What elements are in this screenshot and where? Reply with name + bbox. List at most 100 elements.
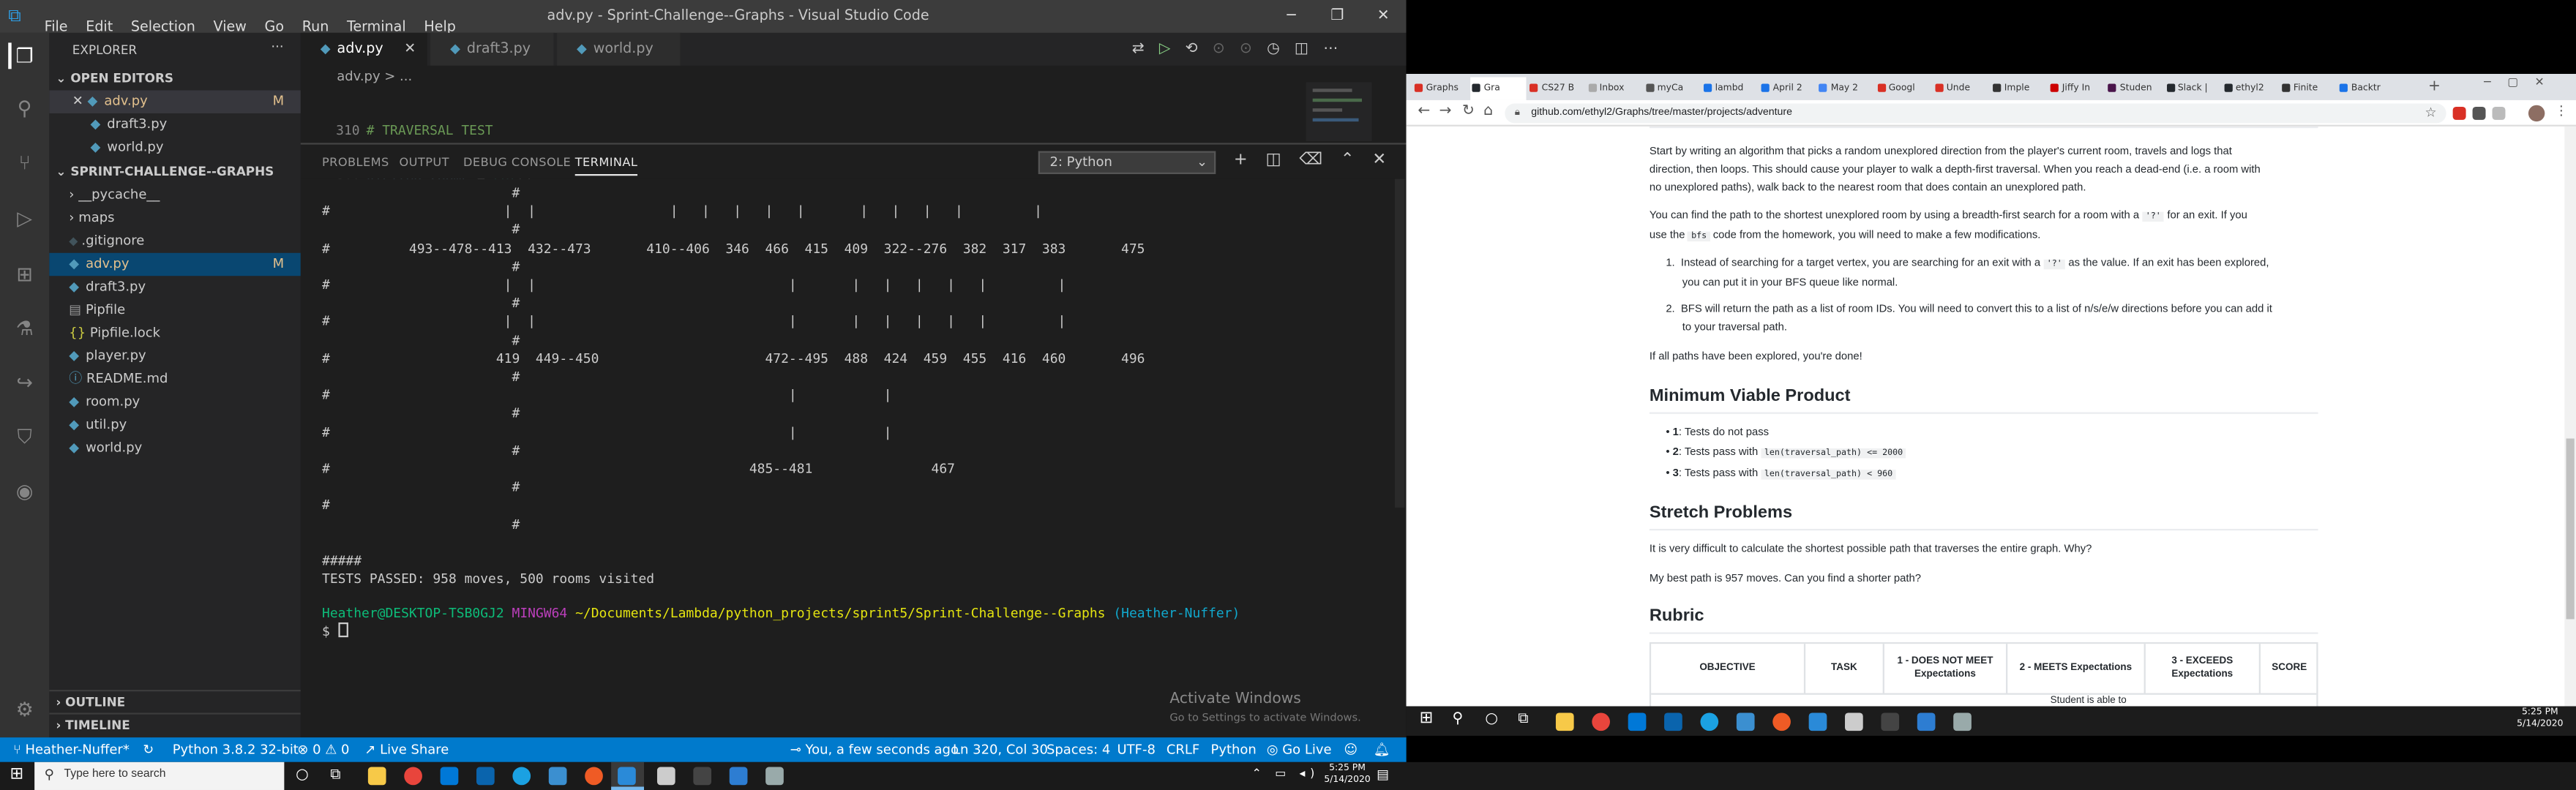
vscode-taskbar-icon[interactable]	[1808, 712, 1827, 731]
vscode-taskbar-active[interactable]	[611, 761, 645, 790]
bookmark-star-icon[interactable]: ☆	[2425, 103, 2436, 123]
photos-icon[interactable]	[1917, 712, 1936, 731]
prev-change-icon[interactable]: ⊙	[1213, 41, 1240, 57]
chrome-tab[interactable]: ethyl2	[2223, 78, 2278, 100]
chrome-icon[interactable]	[404, 767, 422, 786]
testing-icon[interactable]: ⚗	[12, 315, 38, 342]
source-control-icon[interactable]: ⑂	[12, 149, 38, 176]
chrome-icon[interactable]	[1592, 712, 1611, 731]
chrome-tab[interactable]: Unde	[1933, 78, 1989, 100]
file-explorer-icon[interactable]	[367, 767, 386, 786]
cortana-icon[interactable]: ○	[296, 767, 309, 783]
tab-output[interactable]: OUTPUT	[400, 154, 449, 169]
file-explorer-icon[interactable]	[1555, 712, 1574, 731]
new-tab-button[interactable]: +	[2428, 78, 2441, 97]
close-panel-icon[interactable]: ✕	[1372, 151, 1404, 170]
chrome-tab[interactable]: Slack |	[2165, 78, 2220, 100]
file-tree-item[interactable]: ⓘ README.md	[49, 368, 300, 391]
store-icon[interactable]	[440, 767, 459, 786]
app-icon[interactable]	[1953, 712, 1972, 731]
file-tree-item[interactable]: › maps	[49, 207, 300, 230]
chrome-tab[interactable]: Googl	[1876, 78, 1931, 100]
system-tray-icons[interactable]: ⌃ ▭ ◂)	[1252, 767, 1319, 780]
sourcetree-icon[interactable]	[1736, 712, 1755, 731]
postman-icon[interactable]	[1772, 712, 1791, 731]
chrome-tab[interactable]: Jiffy In	[2049, 78, 2105, 100]
maximize-panel-icon[interactable]: ⌃	[1341, 151, 1373, 170]
extension-icon[interactable]	[2472, 106, 2486, 120]
problems-status[interactable]: ⊗ 0 ⚠ 0	[297, 737, 349, 762]
chrome-tab[interactable]: myCa	[1644, 78, 1700, 100]
chrome-tab[interactable]: lambd	[1702, 78, 1758, 100]
project-header[interactable]: ⌄ SPRINT-CHALLENGE--GRAPHS	[49, 161, 300, 184]
file-tree-item[interactable]: ◆ util.py	[49, 414, 300, 437]
feedback-icon[interactable]: ☺	[1344, 737, 1358, 762]
restore-button[interactable]: ❐	[1314, 0, 1360, 33]
gitlens-icon[interactable]: ◉	[12, 478, 38, 504]
terminal-input-line[interactable]: $	[322, 622, 348, 641]
search-icon[interactable]: ⚲	[12, 95, 38, 121]
terminal-icon[interactable]	[1881, 712, 1900, 731]
forward-arrow-icon[interactable]: →	[1439, 103, 1452, 119]
search-icon[interactable]: ⚲	[1452, 711, 1463, 727]
task-view-icon[interactable]: ⧉	[1518, 711, 1528, 727]
settings-gear-icon[interactable]: ⚙	[12, 696, 38, 723]
split-editor-icon[interactable]: ◫	[1295, 41, 1323, 57]
terminal[interactable]: # # | | | | | | | | | | | | # # 493--478--…	[300, 178, 1407, 738]
timeline-icon[interactable]: ◷	[1267, 41, 1295, 57]
file-tree-item[interactable]: {} Pipfile.lock	[49, 322, 300, 345]
terminal-select[interactable]: 2: Python ⌄	[1038, 151, 1216, 175]
chrome-tab[interactable]: Inbox	[1587, 78, 1642, 100]
code-editor[interactable]: adv.py > ... 310# TRAVERSAL TEST 311visi…	[300, 65, 1407, 187]
windows-start-icon[interactable]: ⊞	[10, 765, 23, 783]
cursor-position[interactable]: Ln 320, Col 30	[953, 737, 1048, 762]
open-editors-header[interactable]: ⌄ OPEN EDITORS	[49, 67, 300, 90]
taskbar-search-box[interactable]: ⚲ Type here to search	[34, 761, 285, 790]
indentation[interactable]: Spaces: 4	[1046, 737, 1110, 762]
home-icon[interactable]: ⌂	[1483, 103, 1493, 119]
chrome-tab[interactable]: Finite	[2280, 78, 2336, 100]
more-actions-icon[interactable]: ⋯	[1323, 41, 1352, 57]
reload-icon[interactable]: ↻	[1462, 103, 1475, 119]
remote-explorer-icon[interactable]: ⛉	[12, 424, 38, 450]
address-bar[interactable]: 🔒︎ github.com/ethyl2/Graphs/tree/master/…	[1505, 103, 2446, 124]
compare-icon[interactable]: ⇄	[1132, 41, 1159, 57]
close-window-button[interactable]: ✕	[2535, 75, 2561, 89]
tab-debug-console[interactable]: DEBUG CONSOLE	[463, 154, 571, 169]
git-blame[interactable]: ⊸ You, a few seconds ago	[790, 737, 959, 762]
tab-terminal[interactable]: TERMINAL	[574, 154, 638, 176]
terminal-icon[interactable]	[693, 767, 712, 786]
language-mode[interactable]: Python	[1210, 737, 1256, 762]
split-terminal-icon[interactable]: ◫	[1265, 151, 1299, 170]
photos-icon[interactable]	[729, 767, 748, 786]
next-change-icon[interactable]: ⊙	[1240, 41, 1267, 57]
close-tab-icon[interactable]: ✕	[404, 33, 416, 66]
postman-icon[interactable]	[585, 767, 603, 786]
minimize-button[interactable]: ─	[2484, 75, 2507, 89]
chrome-menu-icon[interactable]: ⋮	[2555, 103, 2568, 118]
app-icon[interactable]	[765, 767, 784, 786]
trash-icon[interactable]: ⌫	[1299, 151, 1340, 170]
minimize-button[interactable]: ─	[1268, 0, 1314, 33]
open-editor-item[interactable]: ◆ draft3.py	[49, 113, 300, 136]
file-tree-item[interactable]: ◆ world.py	[49, 437, 300, 459]
open-editor-item[interactable]: ◆ world.py	[49, 136, 300, 159]
close-window-button[interactable]: ✕	[1360, 0, 1407, 33]
file-tree-item[interactable]: ◆ .gitignore	[49, 230, 300, 252]
sync-icon[interactable]: ↻	[143, 737, 154, 762]
extensions-icon[interactable]: ⊞	[12, 261, 38, 287]
file-tree-item[interactable]: › __pycache__	[49, 184, 300, 206]
file-tree-item[interactable]: ▤ Pipfile	[49, 299, 300, 322]
tab-adv-py[interactable]: ◆ adv.py ✕	[300, 32, 429, 66]
chrome-tab[interactable]: Backtr	[2338, 78, 2394, 100]
store-icon[interactable]	[1628, 712, 1647, 731]
line-ending[interactable]: CRLF	[1167, 737, 1199, 762]
file-tree-item[interactable]: ◆ player.py	[49, 345, 300, 368]
breadcrumb[interactable]: adv.py > ...	[337, 69, 412, 83]
edge-icon[interactable]	[512, 767, 531, 786]
chrome-tab[interactable]: Imple	[1991, 78, 2047, 100]
extension-icon[interactable]	[2492, 106, 2506, 120]
run-file-icon[interactable]: ▷	[1159, 41, 1186, 57]
notification-center-icon[interactable]: ▤	[1377, 767, 1389, 782]
notepad-icon[interactable]	[1845, 712, 1863, 731]
